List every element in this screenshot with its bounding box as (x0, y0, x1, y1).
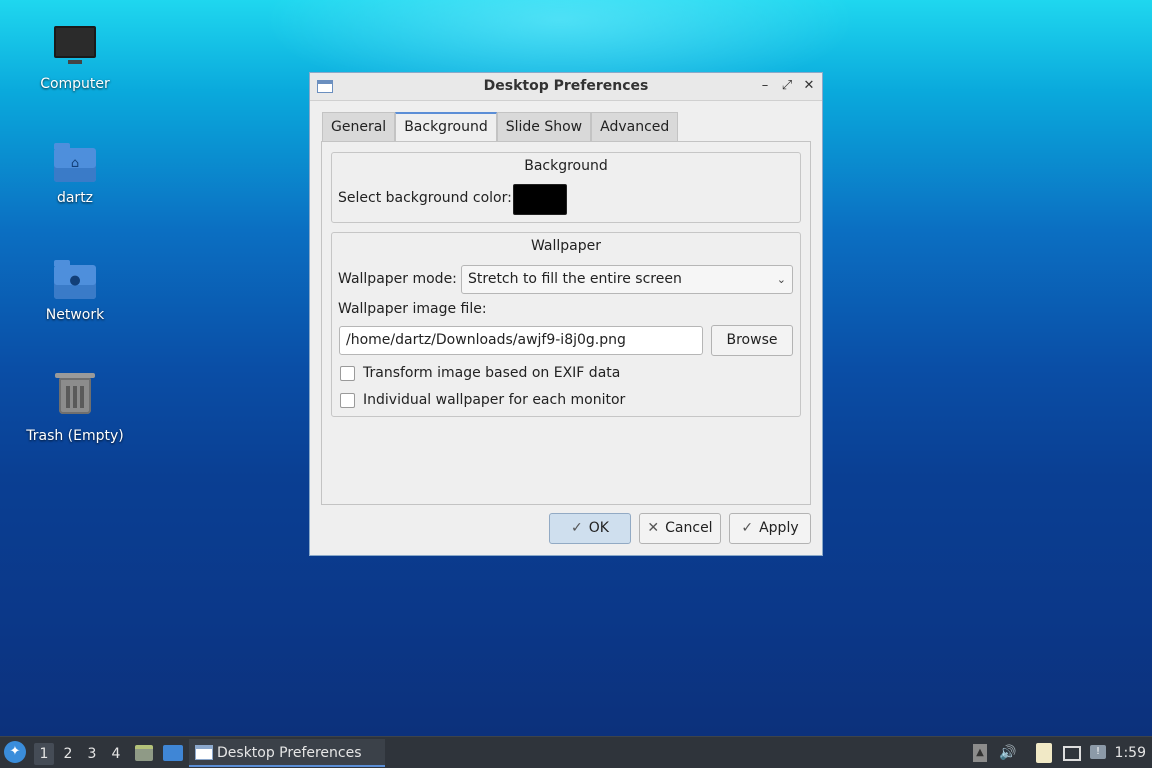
group-title: Background (524, 158, 608, 174)
maximize-icon[interactable]: ⤢ (778, 77, 796, 95)
tab-slide-show[interactable]: Slide Show (496, 112, 592, 141)
checkmark-icon: ✓ (571, 520, 583, 536)
background-group: Background Select background color: (331, 152, 801, 223)
desktop-preferences-dialog: Desktop Preferences – ⤢ ✕ General Backgr… (309, 72, 823, 556)
wallpaper-file-input[interactable]: /home/dartz/Downloads/awjf9-i8j0g.png (339, 326, 703, 355)
desktop-icon-label: Trash (Empty) (26, 428, 124, 444)
workspace-3[interactable]: 3 (82, 743, 102, 765)
apply-button-label: Apply (759, 520, 799, 536)
cancel-button[interactable]: ✕ Cancel (639, 513, 721, 544)
tab-panel-background: Background Select background color: Wall… (321, 141, 811, 505)
wallpaper-file-label: Wallpaper image file: (338, 301, 487, 317)
per-monitor-checkbox-label: Individual wallpaper for each monitor (363, 392, 626, 408)
window-title: Desktop Preferences (483, 78, 649, 94)
wallpaper-mode-label: Wallpaper mode: (338, 271, 457, 287)
ok-button-label: OK (588, 520, 609, 536)
cancel-x-icon: ✕ (647, 520, 660, 536)
desktop-icon-computer[interactable]: Computer (20, 24, 130, 92)
taskbar: ✦ 1 2 3 4 Desktop Preferences ▲ 🔊 ! 1:59 (0, 736, 1152, 768)
tray-up-arrow-icon[interactable]: ▲ (970, 742, 990, 764)
desktop-icon-trash[interactable]: Trash (Empty) (20, 373, 130, 444)
title-bar[interactable]: Desktop Preferences – ⤢ ✕ (310, 73, 822, 101)
home-folder-icon: ⌂ (53, 140, 97, 184)
desktop-icon-label: Computer (40, 76, 110, 92)
apply-button[interactable]: ✓ Apply (729, 513, 811, 544)
tab-bar: General Background Slide Show Advanced (322, 112, 679, 142)
start-menu-icon[interactable]: ✦ (4, 741, 26, 763)
workspace-1[interactable]: 1 (34, 743, 54, 765)
wallpaper-mode-select[interactable]: Stretch to fill the entire screen ⌄ (461, 265, 793, 294)
tab-general[interactable]: General (322, 112, 396, 141)
desktop-icon-network[interactable]: ● Network (20, 257, 130, 323)
notification-icon[interactable]: ! (1088, 742, 1108, 764)
clipboard-icon[interactable] (1034, 742, 1054, 764)
workspace-4[interactable]: 4 (106, 743, 126, 765)
network-folder-icon: ● (53, 257, 97, 301)
exif-checkbox-row[interactable]: Transform image based on EXIF data (340, 364, 620, 382)
exif-checkbox[interactable] (340, 365, 355, 381)
computer-icon (53, 26, 97, 70)
desktop-icon-home[interactable]: ⌂ dartz (20, 140, 130, 206)
network-icon[interactable] (1062, 742, 1082, 764)
taskbar-item-label: Desktop Preferences (217, 745, 362, 761)
tab-advanced[interactable]: Advanced (591, 112, 679, 141)
taskbar-item-desktop-preferences[interactable]: Desktop Preferences (189, 739, 385, 767)
file-manager-launcher-icon[interactable] (134, 742, 154, 764)
group-title: Wallpaper (530, 238, 602, 254)
volume-icon[interactable]: 🔊 (998, 742, 1018, 764)
ok-button[interactable]: ✓ OK (549, 513, 631, 544)
minimize-icon[interactable]: – (756, 77, 774, 95)
per-monitor-checkbox[interactable] (340, 392, 355, 408)
clock: 1:59 (1114, 745, 1146, 761)
workspace-2[interactable]: 2 (58, 743, 78, 765)
per-monitor-checkbox-row[interactable]: Individual wallpaper for each monitor (340, 391, 625, 409)
desktop-icon-label: Network (45, 307, 105, 323)
close-icon[interactable]: ✕ (800, 77, 818, 95)
wallpaper-mode-value: Stretch to fill the entire screen (468, 271, 682, 287)
show-desktop-icon[interactable] (162, 742, 184, 764)
checkmark-icon: ✓ (741, 520, 754, 536)
tab-background[interactable]: Background (395, 112, 497, 142)
browse-button[interactable]: Browse (711, 325, 793, 356)
exif-checkbox-label: Transform image based on EXIF data (363, 365, 621, 381)
wallpaper-group: Wallpaper Wallpaper mode: Stretch to fil… (331, 232, 801, 417)
chevron-down-icon: ⌄ (776, 273, 786, 286)
cancel-button-label: Cancel (665, 520, 713, 536)
background-color-button[interactable] (513, 184, 567, 215)
desktop-icon-label: dartz (56, 190, 94, 206)
background-color-label: Select background color: (338, 190, 512, 206)
trash-icon (53, 373, 97, 422)
window-app-icon (195, 745, 213, 760)
